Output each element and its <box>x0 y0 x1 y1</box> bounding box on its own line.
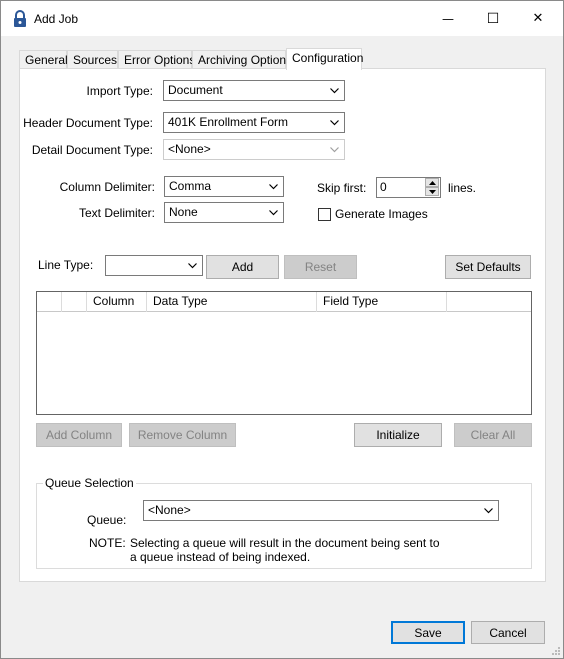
resize-grip-icon[interactable] <box>551 646 561 656</box>
remove-column-label: Remove Column <box>137 428 228 442</box>
tab-label: Archiving Options <box>198 53 293 67</box>
add-column-button[interactable]: Add Column <box>36 423 122 447</box>
import-type-value: Document <box>168 83 223 97</box>
skip-first-label: Skip first: <box>317 181 367 195</box>
spin-down-icon[interactable] <box>425 187 439 196</box>
header-document-type-label: Header Document Type: <box>23 116 153 130</box>
generate-images-label: Generate Images <box>335 207 428 221</box>
header-document-type-value: 401K Enrollment Form <box>168 115 289 129</box>
initialize-label: Initialize <box>376 428 420 442</box>
column-delimiter-label: Column Delimiter: <box>59 180 155 194</box>
minimize-icon: — <box>442 11 454 26</box>
queue-dropdown[interactable]: <None> <box>143 500 499 521</box>
tab-label: Configuration <box>292 51 364 65</box>
skip-first-value: 0 <box>380 180 387 194</box>
column-delimiter-value: Comma <box>169 179 212 193</box>
detail-document-type-value: <None> <box>168 142 211 156</box>
header-document-type-dropdown[interactable]: 401K Enrollment Form <box>163 112 345 133</box>
initialize-button[interactable]: Initialize <box>354 423 442 447</box>
add-job-dialog: Add Job — ☐ ✕ General Sources Error Opti… <box>0 0 564 659</box>
line-type-dropdown[interactable] <box>105 255 203 276</box>
text-delimiter-label: Text Delimiter: <box>78 206 155 220</box>
import-type-dropdown[interactable]: Document <box>163 80 345 101</box>
save-label: Save <box>414 626 442 640</box>
grid-header-data-type[interactable]: Data Type <box>147 292 317 312</box>
reset-button[interactable]: Reset <box>284 255 357 279</box>
grid-header-select <box>62 292 87 312</box>
tab-sources[interactable]: Sources <box>67 50 118 69</box>
tab-error-options[interactable]: Error Options <box>118 50 196 69</box>
chevron-down-icon <box>482 501 494 520</box>
queue-selection-group: Queue Selection Queue: <None> NOTE: Sele… <box>36 476 532 569</box>
grid-header-indicator <box>37 292 62 312</box>
chevron-down-icon <box>328 140 340 159</box>
set-defaults-label: Set Defaults <box>455 260 521 274</box>
configuration-panel: Import Type: Document Header Document Ty… <box>19 68 546 582</box>
title-bar: Add Job — ☐ ✕ <box>1 1 563 36</box>
chevron-down-icon <box>267 203 279 222</box>
add-label: Add <box>231 260 254 274</box>
cancel-button[interactable]: Cancel <box>471 621 545 644</box>
grid-header-field-type[interactable]: Field Type <box>317 292 447 312</box>
minimize-button[interactable]: — <box>425 1 471 36</box>
cancel-label: Cancel <box>489 626 527 640</box>
tab-label: Sources <box>73 53 118 67</box>
queue-value: <None> <box>148 503 191 517</box>
import-type-label: Import Type: <box>86 84 153 98</box>
detail-document-type-label: Detail Document Type: <box>31 143 153 157</box>
spin-up-icon[interactable] <box>425 178 439 187</box>
maximize-button[interactable]: ☐ <box>470 1 516 36</box>
column-delimiter-dropdown[interactable]: Comma <box>164 176 284 197</box>
chevron-down-icon <box>186 256 198 275</box>
save-button[interactable]: Save <box>391 621 465 644</box>
grid-header: Column Data Type Field Type <box>37 292 531 312</box>
chevron-down-icon <box>328 81 340 100</box>
grid-header-extra <box>447 292 531 312</box>
column-grid[interactable]: Column Data Type Field Type <box>36 291 532 415</box>
reset-label: Reset <box>304 260 337 274</box>
tab-label: General <box>25 53 68 67</box>
lock-icon <box>14 10 26 27</box>
line-type-label: Line Type: <box>38 258 94 272</box>
clear-all-button[interactable]: Clear All <box>454 423 532 447</box>
generate-images-checkbox[interactable] <box>318 208 331 221</box>
text-delimiter-value: None <box>169 205 198 219</box>
note-text: Selecting a queue will result in the doc… <box>130 536 440 564</box>
detail-document-type-dropdown[interactable]: <None> <box>163 139 345 160</box>
tab-general[interactable]: General <box>19 50 68 69</box>
close-button[interactable]: ✕ <box>515 1 561 36</box>
chevron-down-icon <box>328 113 340 132</box>
tab-configuration[interactable]: Configuration <box>286 48 364 70</box>
remove-column-button[interactable]: Remove Column <box>129 423 236 447</box>
set-defaults-button[interactable]: Set Defaults <box>445 255 531 279</box>
tab-archiving-options[interactable]: Archiving Options <box>192 50 292 69</box>
maximize-icon: ☐ <box>486 10 500 27</box>
grid-header-column[interactable]: Column <box>87 292 147 312</box>
queue-selection-title: Queue Selection <box>43 476 136 490</box>
add-line-type-button[interactable]: Add <box>206 255 279 279</box>
clear-all-label: Clear All <box>470 428 516 442</box>
add-column-label: Add Column <box>45 428 113 442</box>
skip-first-spinner[interactable]: 0 <box>376 177 441 198</box>
close-icon: ✕ <box>532 11 544 26</box>
lines-label: lines. <box>448 181 477 195</box>
window-title: Add Job <box>34 12 79 26</box>
queue-label: Queue: <box>87 513 127 527</box>
note-label: NOTE: <box>89 536 126 550</box>
chevron-down-icon <box>267 177 279 196</box>
text-delimiter-dropdown[interactable]: None <box>164 202 284 223</box>
tab-label: Error Options <box>124 53 196 67</box>
